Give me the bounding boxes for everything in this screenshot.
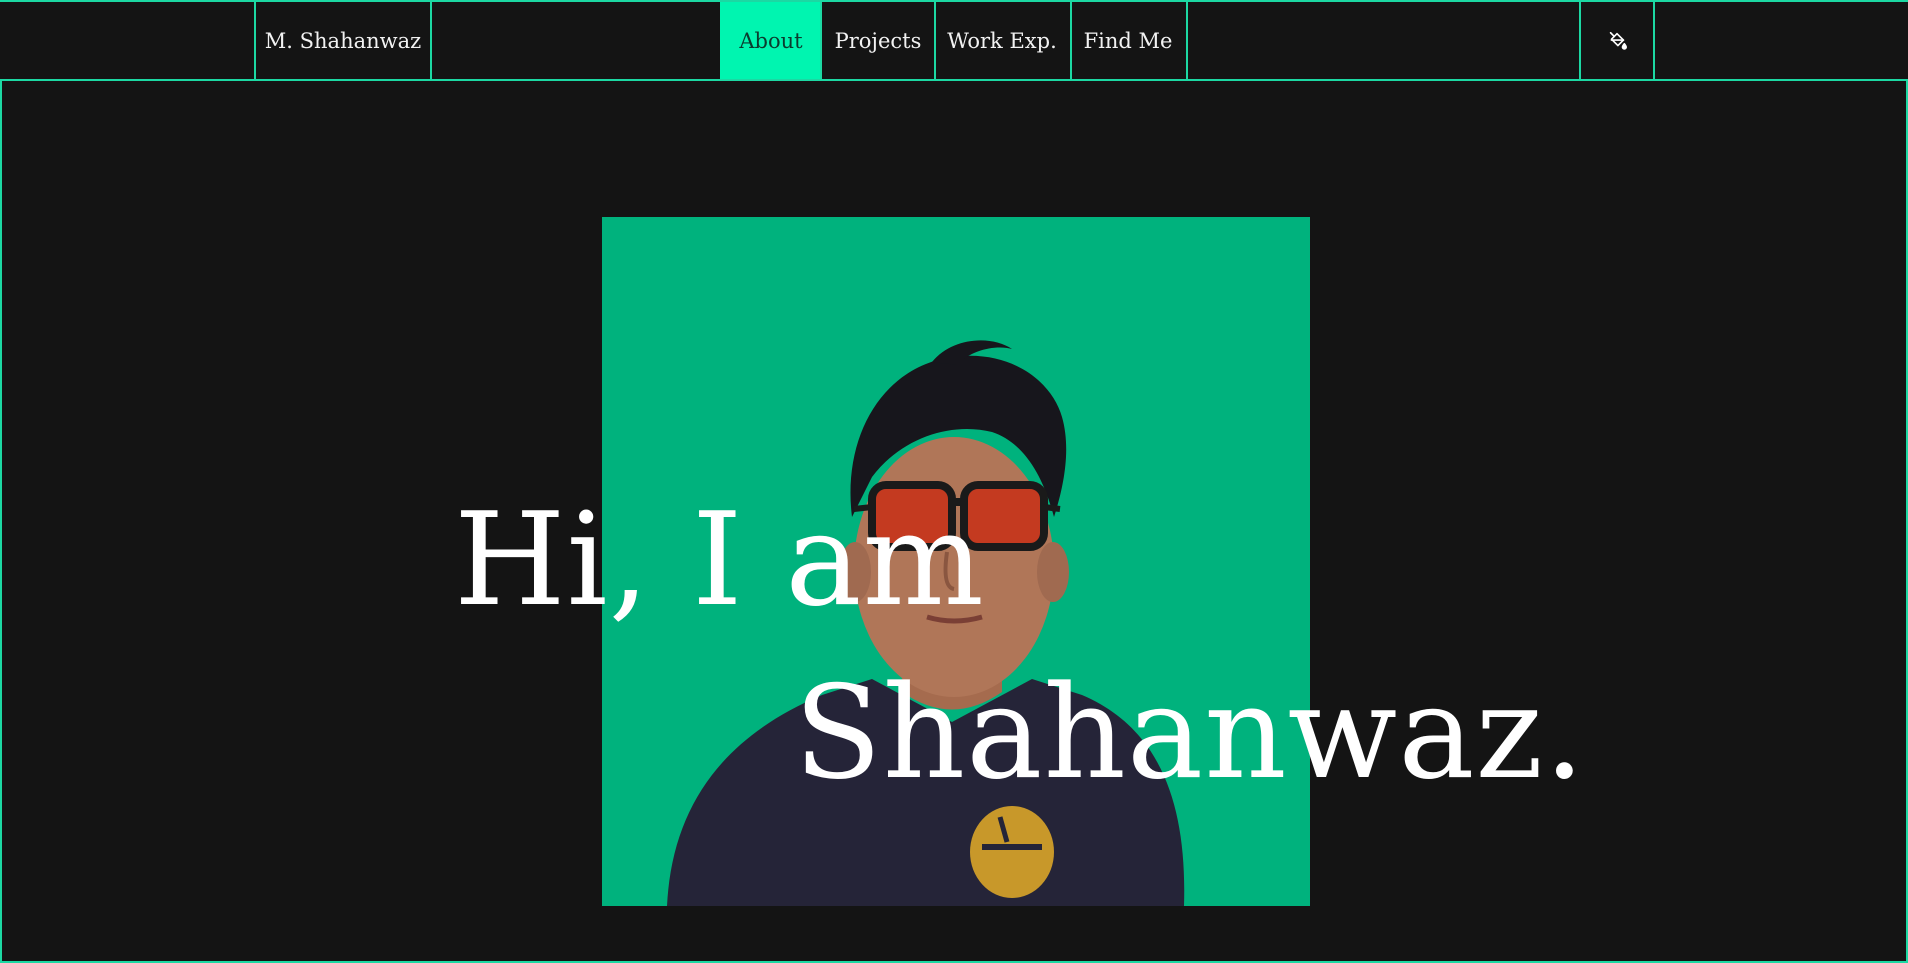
top-navigation: M. Shahanwaz About Projects Work Exp. Fi… [0,0,1908,81]
hero-greeting-line1: Hi, I am [454,485,985,635]
tab-work-experience-label: Work Exp. [947,28,1057,53]
brand-label: M. Shahanwaz [264,28,422,53]
brand-link[interactable]: M. Shahanwaz [254,2,432,79]
tab-about-label: About [739,28,803,53]
tab-about[interactable]: About [720,2,822,79]
tab-find-me-label: Find Me [1083,28,1173,53]
hero-greeting-line2: Shahanwaz. [794,658,1586,808]
paint-bucket-icon [1609,31,1627,50]
tab-projects[interactable]: Projects [820,2,936,79]
tab-work-experience[interactable]: Work Exp. [934,2,1072,79]
tab-projects-label: Projects [834,28,922,53]
hero-section: Hi, I am Shahanwaz. [0,81,1908,963]
tab-find-me[interactable]: Find Me [1070,2,1188,79]
theme-toggle-button[interactable] [1579,2,1655,79]
